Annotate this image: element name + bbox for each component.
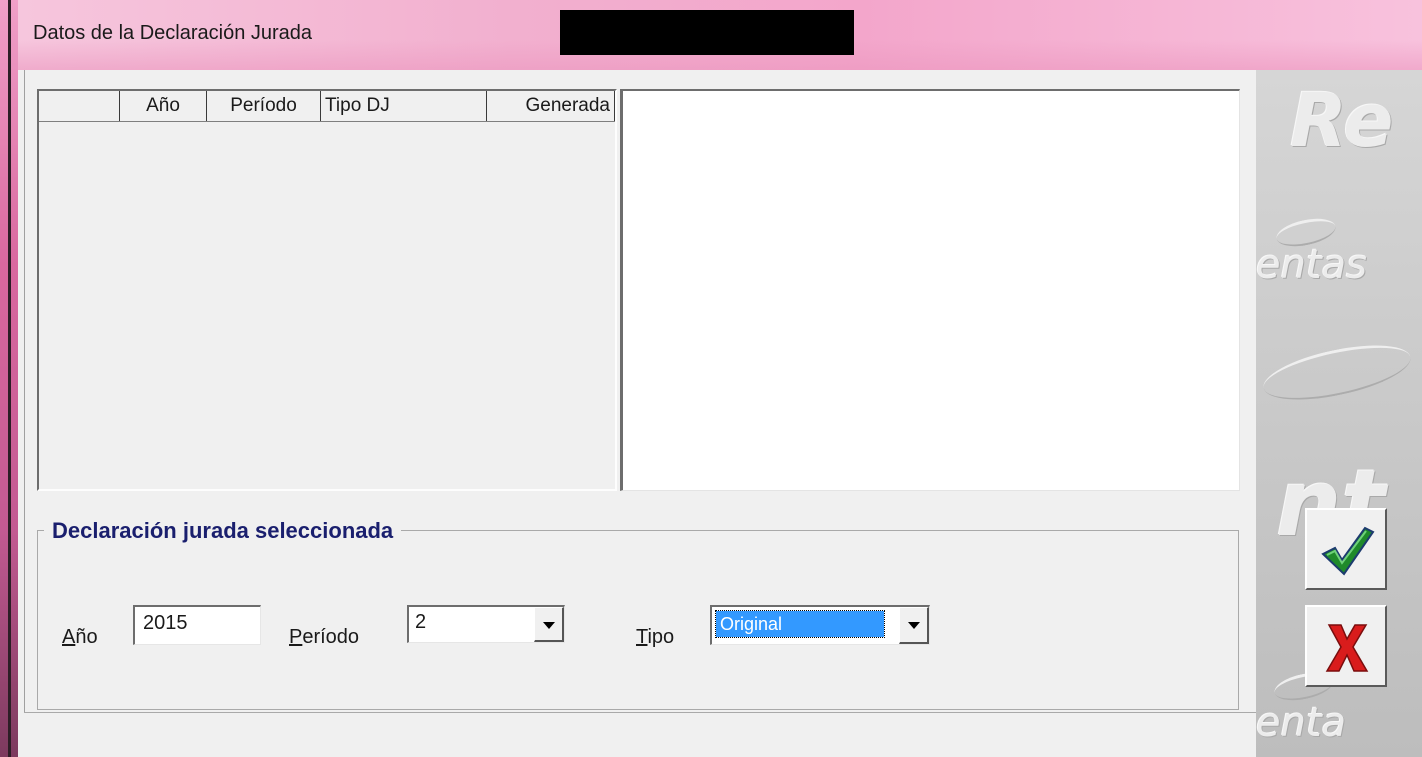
grid-col-generated[interactable]: Generada [487, 91, 615, 121]
grid-col-selector[interactable] [39, 91, 120, 121]
accept-button[interactable] [1305, 508, 1387, 590]
grid-col-year[interactable]: Año [120, 91, 207, 121]
grid-col-period[interactable]: Período [207, 91, 321, 121]
chevron-down-icon [543, 622, 555, 629]
redacted-area [560, 10, 854, 55]
period-label: Período [289, 626, 360, 648]
declarations-grid[interactable]: Año Período Tipo DJ Generada [37, 89, 617, 491]
type-dropdown-button[interactable] [899, 607, 929, 644]
window-title: Datos de la Declaración Jurada [33, 22, 313, 44]
period-select[interactable]: 2 [407, 605, 565, 643]
period-dropdown-button[interactable] [534, 607, 564, 642]
type-label: Tipo [636, 626, 675, 648]
detail-pane[interactable] [620, 89, 1240, 491]
group-title: Declaración jurada seleccionada [44, 518, 402, 544]
year-input[interactable]: 2015 [133, 605, 261, 645]
checkmark-icon [1321, 526, 1375, 576]
type-select[interactable]: Original [710, 605, 930, 645]
dialog-window: Datos de la Declaración Jurada Re entas … [0, 0, 1422, 757]
grid-col-type[interactable]: Tipo DJ [321, 91, 487, 121]
swoosh-decoration [1258, 334, 1416, 411]
window-left-edge [0, 0, 18, 757]
period-value: 2 [415, 611, 427, 633]
watermark-text-top: Re [1290, 78, 1394, 164]
watermark-text-mid: entas [1256, 242, 1367, 288]
grid-body[interactable] [39, 122, 615, 489]
cancel-button[interactable] [1305, 605, 1387, 687]
year-label: Año [62, 626, 98, 648]
watermark-text-bottom: enta [1256, 700, 1347, 746]
x-icon [1325, 624, 1369, 672]
chevron-down-icon [908, 622, 920, 629]
status-bar [24, 712, 1256, 757]
grid-header: Año Período Tipo DJ Generada [39, 91, 615, 122]
type-value: Original [715, 610, 885, 638]
